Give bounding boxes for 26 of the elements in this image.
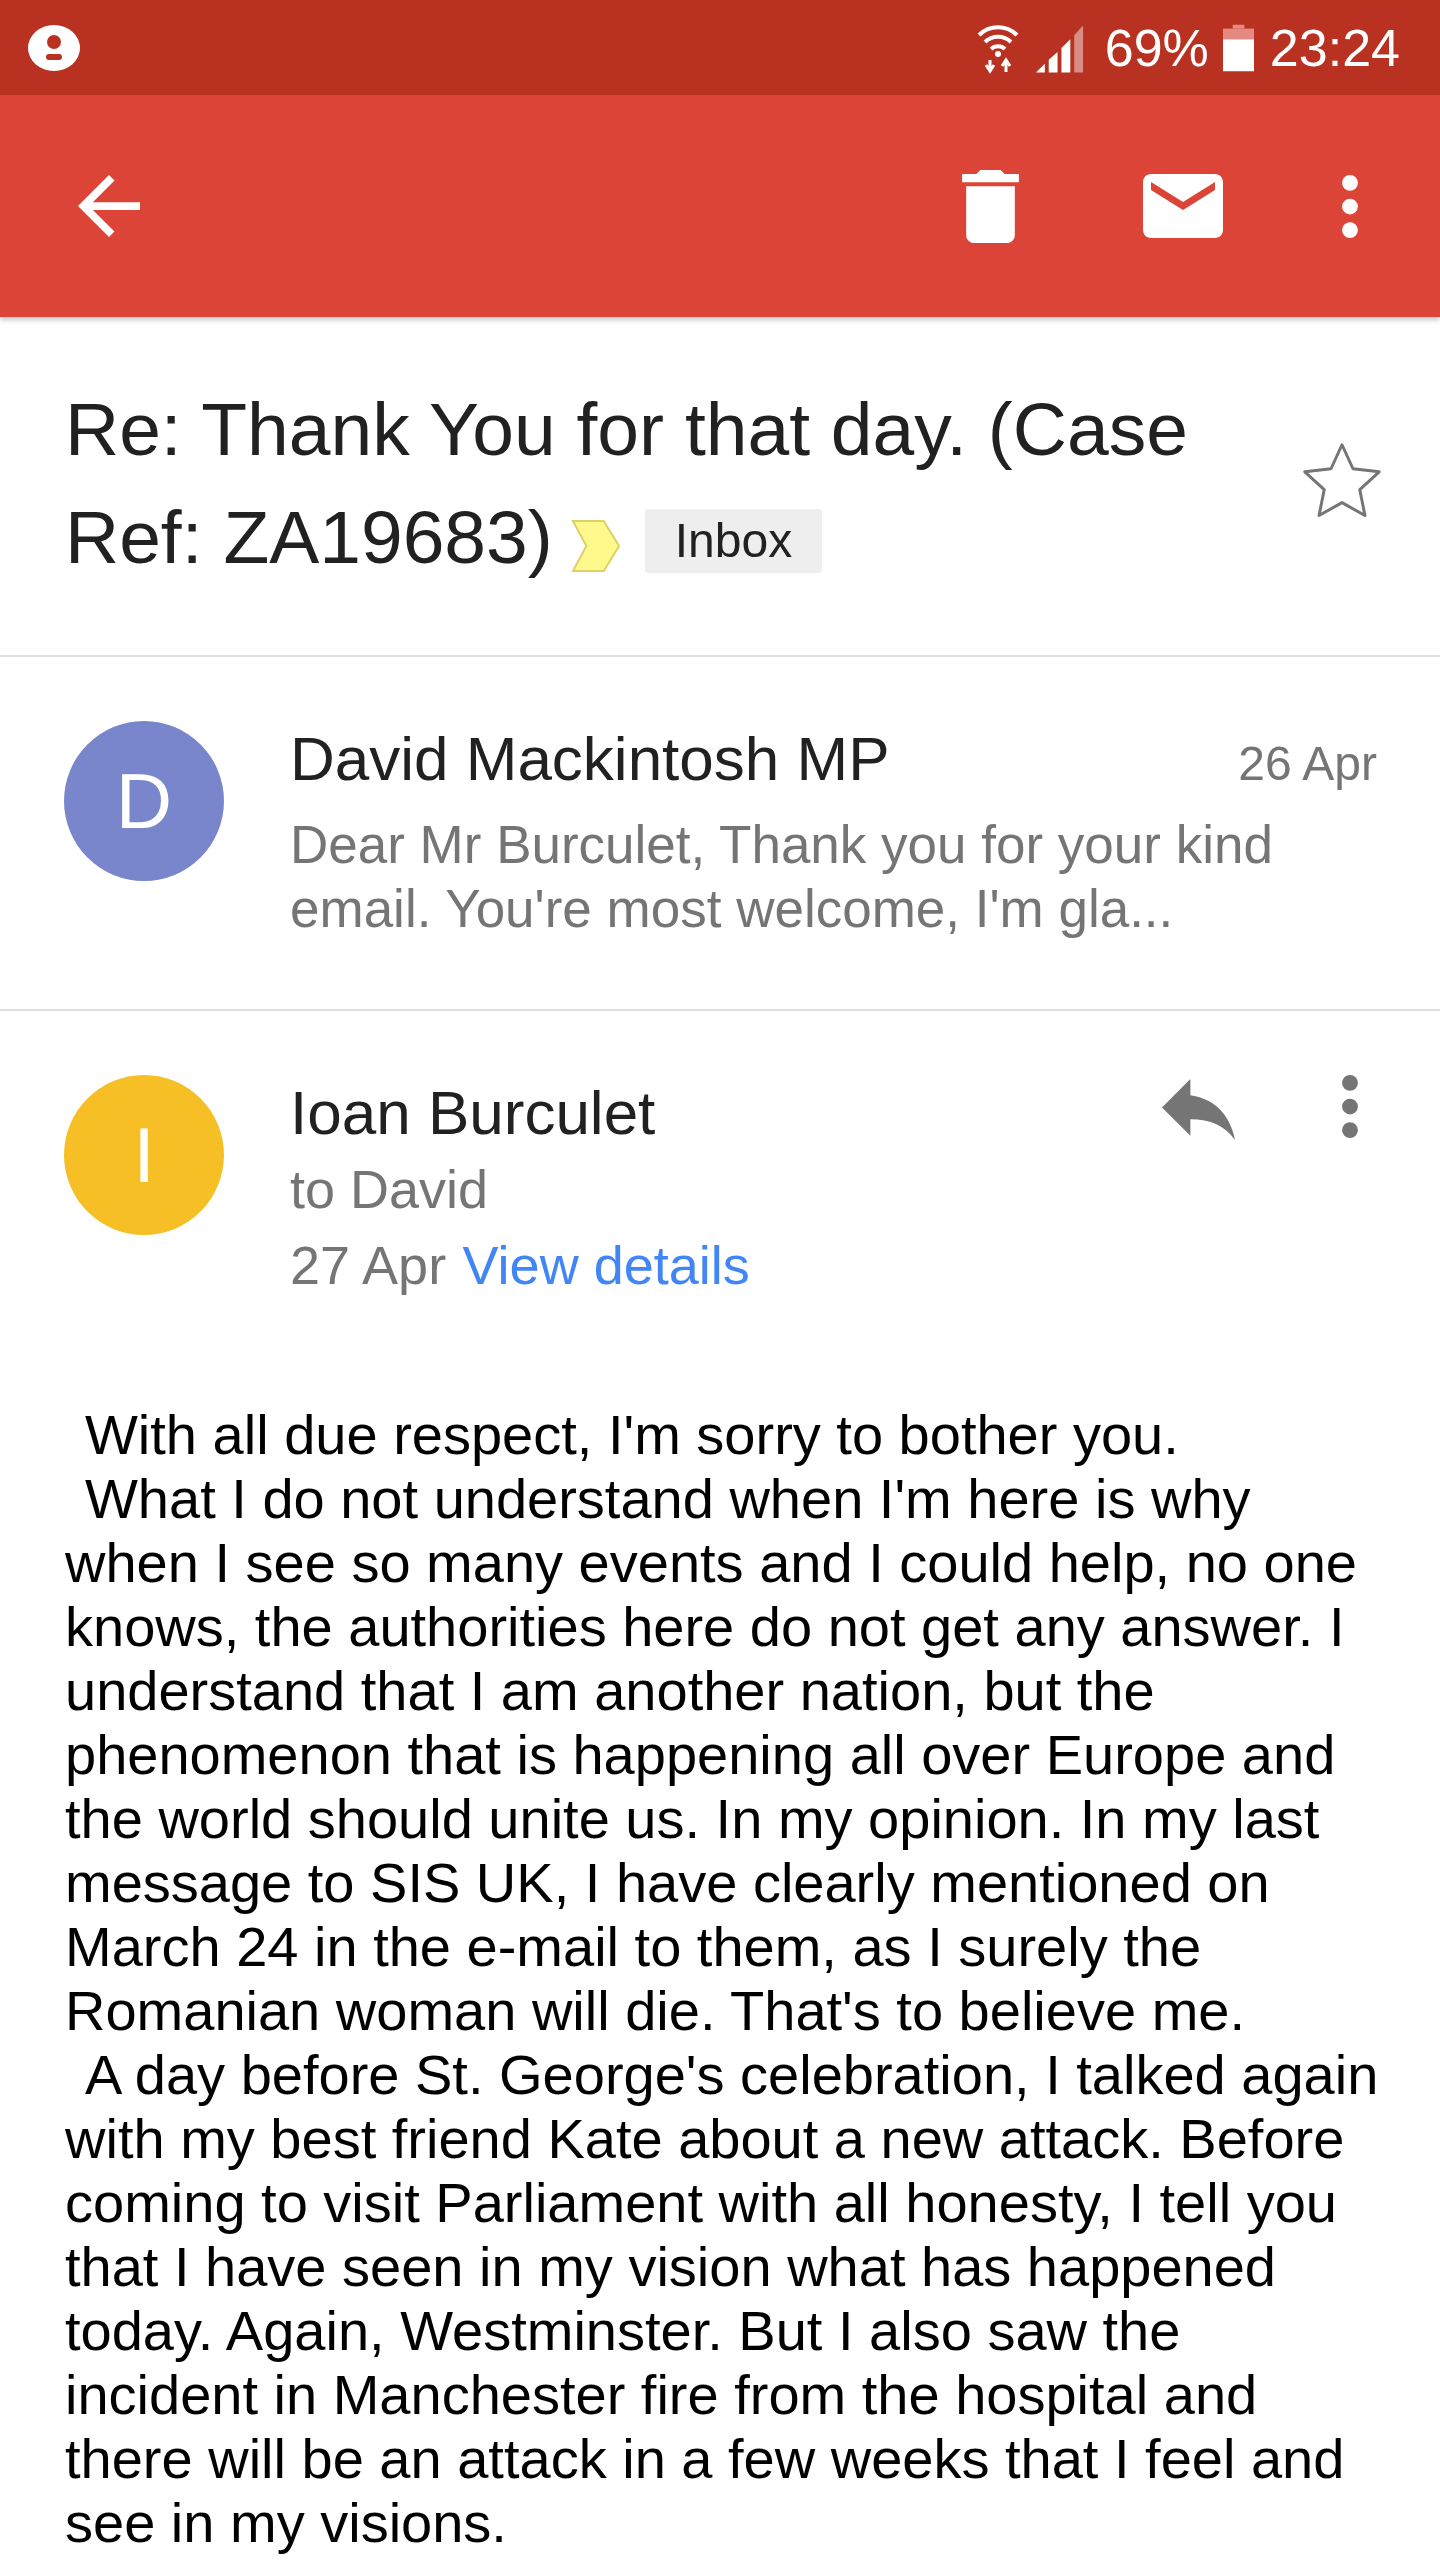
clock-time: 23:24 bbox=[1269, 17, 1400, 78]
view-details-link[interactable]: View details bbox=[462, 1235, 750, 1295]
email-subject: Re: Thank You for that day. (Case bbox=[65, 387, 1188, 471]
body-paragraph: With all due respect, I'm sorry to bother you. bbox=[84, 1403, 1180, 1467]
envelope-icon[interactable] bbox=[1143, 174, 1223, 238]
avatar: D bbox=[64, 721, 224, 881]
message-snippet: Dear Mr Burculet, Thank you for your kind email. You're most welcome, I'm gla... bbox=[290, 814, 1274, 940]
battery-icon bbox=[1222, 23, 1254, 72]
back-arrow-icon[interactable] bbox=[78, 175, 140, 237]
more-vertical-icon[interactable] bbox=[1342, 174, 1358, 238]
sender-name: Ioan Burculet bbox=[290, 1078, 656, 1147]
reply-arrow-icon[interactable] bbox=[1162, 1079, 1235, 1140]
recipients-text: to David bbox=[290, 1159, 489, 1219]
email-subject: Ref: ZA19683) bbox=[65, 495, 553, 579]
battery-percentage: 69% bbox=[1104, 17, 1209, 78]
app-notification-icon bbox=[28, 24, 80, 71]
message-date: 26 Apr bbox=[1238, 736, 1377, 792]
body-paragraph: What I do not understand when I'm here is why when I see so many events and I could help, no one knows, the authorities here do not get any answer. I understand that I am another nation, but the phenomenon that is happening all over Europe and the world should unite us. In my opinion. In my last message to SIS UK, I have clearly mentioned on March 24 in the e-mail to them, as I surely the Romanian woman will die. That's to believe me. bbox=[65, 1467, 1358, 2043]
body-paragraph: A day before St. George's celebration, I talked again with my best friend Kate about a new attack. Before coming to visit Parliament with all honesty, I tell you that I have seen in my vision what has happened today. Again, Westminster. But I also saw the incident in Manchester fire from the hospital and there will be an attack in a few weeks that I feel and see in my visions. bbox=[65, 2043, 1380, 2555]
star-icon[interactable] bbox=[1302, 442, 1382, 519]
avatar: I bbox=[64, 1075, 224, 1235]
label-chip: Inbox bbox=[644, 509, 823, 573]
message-date: 27 Apr bbox=[290, 1235, 447, 1295]
more-vertical-icon[interactable] bbox=[1342, 1075, 1358, 1138]
sender-name: David Mackintosh MP bbox=[290, 723, 890, 795]
trash-icon[interactable] bbox=[962, 169, 1019, 243]
